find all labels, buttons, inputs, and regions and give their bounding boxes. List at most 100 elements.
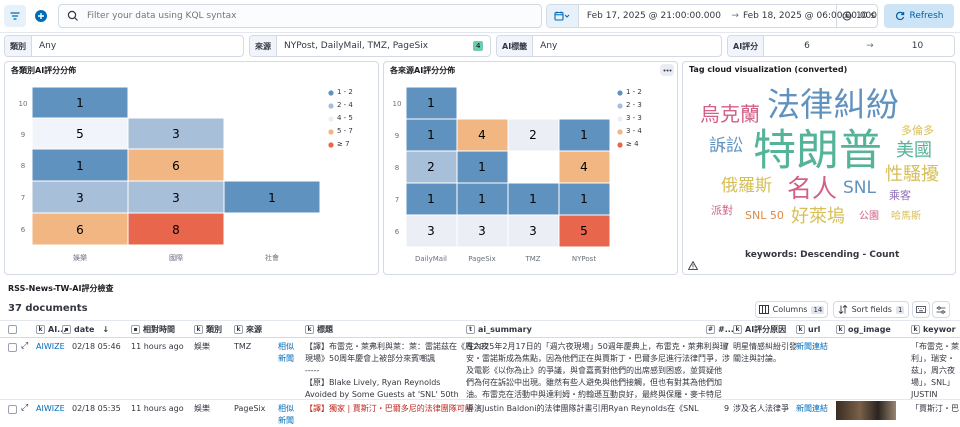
tag-word[interactable]: SNL 50: [745, 210, 784, 221]
columns-count-badge: 14: [811, 305, 825, 314]
cell-value: 3: [529, 224, 537, 238]
control-value[interactable]: NYPost, DailyMail, TMZ, PageSix: [277, 41, 473, 51]
tag-cloud-footer: keywords: Descending - Count: [745, 250, 900, 260]
cell-value: 1: [478, 160, 486, 174]
tag-word[interactable]: 好萊塢: [791, 208, 845, 226]
tag-word[interactable]: 哈馬斯: [891, 212, 921, 222]
columns-button[interactable]: Columns 14: [755, 301, 828, 318]
tag-word[interactable]: 訴訟: [709, 138, 743, 155]
legend-item[interactable]: ≥ 4: [626, 140, 639, 148]
tag-word[interactable]: 公園: [859, 212, 879, 222]
keyword-type-icon: k: [911, 324, 920, 334]
legend-item[interactable]: 1 - 2: [337, 88, 353, 96]
news-link[interactable]: 新聞: [278, 352, 294, 365]
tag-word[interactable]: 美國: [896, 142, 932, 160]
cell-value: 1: [478, 192, 486, 206]
refresh-button[interactable]: Refresh: [884, 4, 954, 28]
display-settings-button[interactable]: [932, 301, 950, 318]
legend-swatch: [617, 116, 623, 122]
keyboard-shortcuts-button[interactable]: [912, 301, 930, 318]
keyword-line: 「賈斯汀・巴: [911, 404, 959, 413]
legend-swatch: [328, 90, 334, 96]
column-header[interactable]: ▪ date ↓: [62, 320, 109, 338]
column-header[interactable]: # #...: [706, 320, 734, 338]
cell-value: 4: [580, 160, 588, 174]
cell-value: 1: [427, 192, 435, 206]
url-link[interactable]: 新聞連結: [796, 340, 828, 353]
keyword-type-icon: k: [836, 324, 845, 334]
keyword-type-icon: k: [305, 324, 314, 334]
legend-item[interactable]: 2 - 4: [337, 101, 353, 109]
tag-word[interactable]: SNL: [843, 180, 876, 197]
cell-value: 4: [478, 128, 486, 142]
filter-menu-button[interactable]: [4, 5, 26, 27]
tag-word[interactable]: 俄羅斯: [721, 178, 772, 195]
control-value[interactable]: Any: [32, 41, 63, 51]
ai-tag-control[interactable]: AI標籤 Any: [496, 35, 722, 57]
sort-icon: [838, 305, 847, 314]
tag-word[interactable]: 烏克蘭: [700, 104, 760, 124]
tag-word[interactable]: 多倫多: [901, 125, 934, 136]
ai-cell[interactable]: AIWIZE: [36, 402, 65, 415]
column-header[interactable]: k AI評分原因: [733, 320, 786, 338]
calendar-icon: [554, 11, 570, 21]
column-header[interactable]: t ai_summary: [466, 320, 532, 338]
ai-score-range-control[interactable]: AI評分 6 → 10: [727, 35, 955, 57]
control-label: 來源: [250, 36, 277, 56]
date-picker[interactable]: Feb 17, 2025 @ 21:00:00.000 → Feb 18, 20…: [546, 4, 878, 28]
warning-icon[interactable]: [688, 261, 698, 270]
column-header[interactable]: k url: [796, 320, 820, 338]
cell-value: 1: [76, 96, 84, 110]
search-input[interactable]: [87, 11, 527, 21]
column-header[interactable]: k 來源: [234, 320, 262, 338]
tag-word[interactable]: 派對: [711, 205, 733, 216]
column-header[interactable]: k keywor: [911, 320, 956, 338]
column-header-label: url: [808, 324, 821, 334]
news-link[interactable]: 新聞: [278, 414, 294, 427]
date-cell: 02/18 05:35: [72, 404, 121, 413]
tag-word[interactable]: 法律糾紛: [767, 88, 899, 121]
source-control[interactable]: 來源 NYPost, DailyMail, TMZ, PageSix 4: [249, 35, 491, 57]
quick-menu-button[interactable]: [547, 5, 579, 27]
column-header[interactable]: ▪ 相對時間: [131, 320, 175, 338]
legend-item[interactable]: 1 - 2: [626, 88, 642, 96]
add-filter-button[interactable]: [30, 5, 52, 27]
cell-value: 3: [478, 224, 486, 238]
range-min[interactable]: 6: [804, 41, 854, 51]
legend-item[interactable]: 5 - 7: [337, 127, 353, 135]
kql-search-box[interactable]: [58, 4, 542, 28]
legend-item[interactable]: 2 - 3: [626, 101, 642, 109]
control-value[interactable]: Any: [533, 41, 564, 51]
column-header[interactable]: k 類別: [194, 320, 222, 338]
tag-word[interactable]: 乘客: [889, 190, 911, 201]
tag-word[interactable]: 特朗普: [753, 130, 882, 173]
legend-item[interactable]: 3 - 3: [626, 114, 642, 122]
filter-icon: [10, 12, 20, 20]
og-image-thumbnail[interactable]: [836, 401, 896, 420]
column-header[interactable]: k 標題: [305, 320, 333, 338]
cell-value: 2: [427, 160, 435, 174]
legend-item[interactable]: ≥ 7: [337, 140, 350, 148]
row-checkbox[interactable]: [8, 405, 17, 414]
select-all-checkbox[interactable]: [8, 320, 17, 338]
refresh-interval[interactable]: 10 s: [836, 4, 878, 28]
row-checkbox[interactable]: [8, 343, 17, 352]
tag-word[interactable]: 名人: [787, 176, 837, 201]
relative-time-cell: 11 hours ago: [131, 342, 184, 351]
column-header[interactable]: k og_image: [836, 320, 891, 338]
category-control[interactable]: 類別 Any: [4, 35, 244, 57]
expand-row-icon[interactable]: ⤢: [21, 403, 28, 413]
expand-row-icon[interactable]: ⤢: [21, 341, 28, 351]
range-max[interactable]: 10: [912, 41, 923, 51]
text-type-icon: t: [466, 324, 475, 334]
keyword-type-icon: k: [36, 324, 45, 334]
legend-item[interactable]: 3 - 4: [626, 127, 642, 135]
date-start[interactable]: Feb 17, 2025 @ 21:00:00.000: [587, 11, 727, 21]
legend-item[interactable]: 4 - 5: [337, 114, 353, 122]
tag-cloud-panel: Tag cloud visualization (converted) 法律糾紛…: [682, 61, 956, 275]
ai-cell[interactable]: AIWIZE: [36, 340, 65, 353]
url-link[interactable]: 新聞連結: [796, 402, 828, 415]
source-score-heatmap-panel: 各來源AI評分分佈 10 9 8 7 6 1 1 4 2 1 2 1 4 1 1…: [383, 61, 678, 275]
tag-word[interactable]: 性騷擾: [885, 166, 939, 184]
sort-fields-button[interactable]: Sort fields 1: [833, 301, 909, 318]
